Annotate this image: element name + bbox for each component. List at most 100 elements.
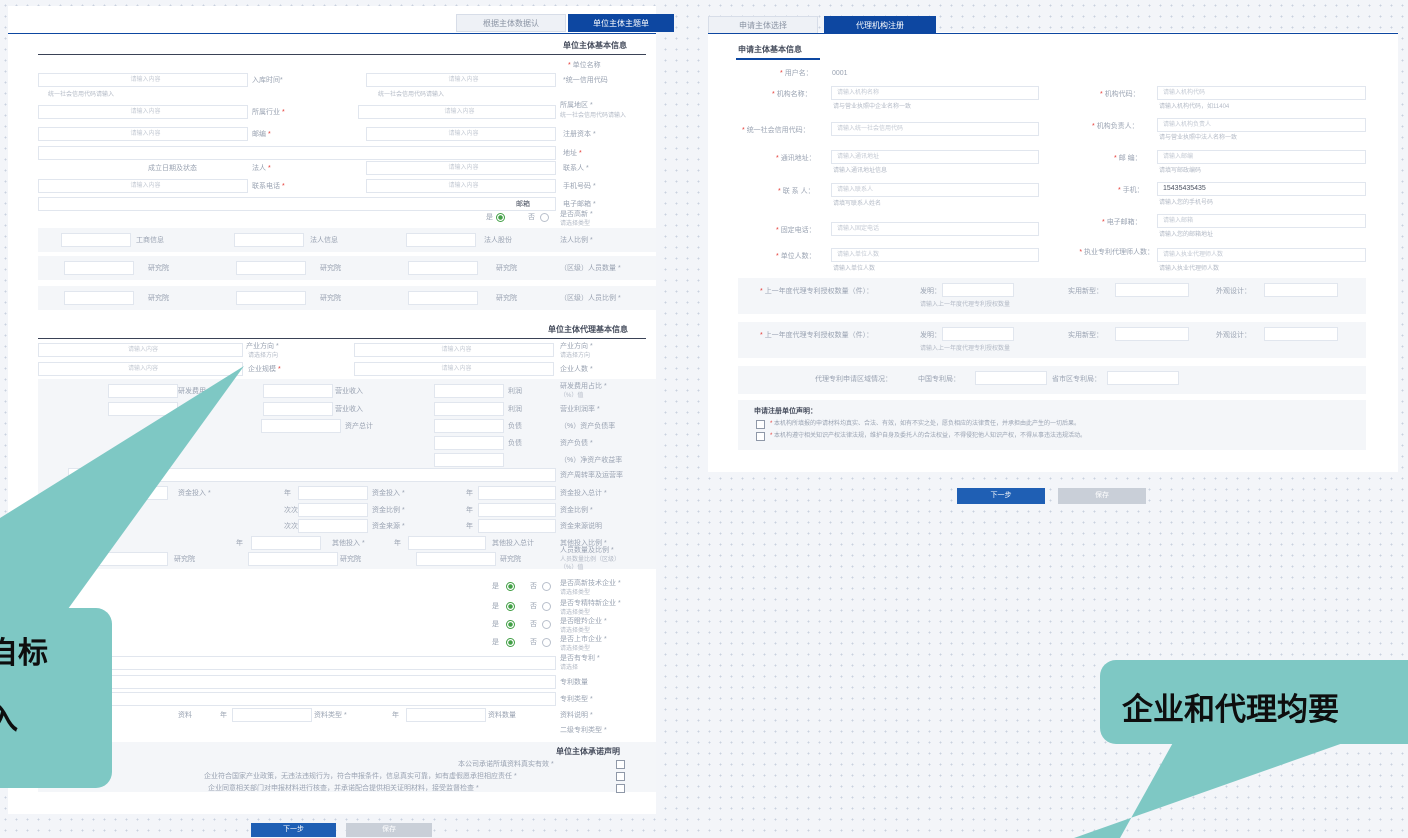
- left-input[interactable]: 请输入内容: [358, 105, 556, 119]
- contact-input[interactable]: 请输入联系人: [831, 183, 1039, 197]
- left-band-input[interactable]: [416, 552, 496, 566]
- left-input[interactable]: [38, 692, 556, 706]
- left-input[interactable]: 请输入内容: [38, 343, 243, 357]
- left-band-input[interactable]: [261, 419, 341, 433]
- left-hint: 请选择类型: [560, 221, 591, 227]
- left-input[interactable]: 请输入内容: [366, 161, 556, 175]
- postcode-input[interactable]: 请输入邮编: [1157, 150, 1366, 164]
- left-input[interactable]: [38, 197, 556, 211]
- left-band-input[interactable]: [64, 261, 134, 275]
- left-input[interactable]: 请输入内容: [354, 343, 554, 357]
- band2-utility-input[interactable]: [1115, 327, 1189, 341]
- left-input[interactable]: 请输入内容: [38, 105, 248, 119]
- left-input[interactable]: 请输入内容: [38, 127, 248, 141]
- left-input[interactable]: [38, 656, 556, 670]
- radio-yes-label: 是: [492, 621, 499, 628]
- left-input[interactable]: [38, 675, 556, 689]
- agency-head-input[interactable]: 请输入机构负责人: [1157, 118, 1366, 132]
- left-input[interactable]: 请输入内容: [354, 362, 554, 376]
- left-band-input[interactable]: [236, 261, 306, 275]
- agent-count-input[interactable]: 请输入执业代理师人数: [1157, 248, 1366, 262]
- band-utility-label: 实用新型：: [1068, 288, 1103, 295]
- tab-subject-select[interactable]: 申请主体选择: [708, 16, 818, 34]
- credit-code-input[interactable]: 请输入统一社会信用代码: [831, 122, 1039, 136]
- band1-invention-input[interactable]: [942, 283, 1014, 297]
- left-label: 联系人 *: [563, 165, 589, 172]
- right-save-button[interactable]: 保存: [1058, 488, 1146, 504]
- left-band-input[interactable]: [478, 486, 556, 500]
- band1-design-input[interactable]: [1264, 283, 1338, 297]
- left-save-button[interactable]: 保存: [346, 823, 432, 837]
- tab-data-check[interactable]: 根据主体数据认: [456, 14, 566, 32]
- radio-yes[interactable]: [506, 602, 515, 611]
- left-band-input[interactable]: [263, 384, 333, 398]
- agency-code-input[interactable]: 请输入机构代码: [1157, 86, 1366, 100]
- mobile-input[interactable]: 15435435435: [1157, 182, 1366, 196]
- left-band-input[interactable]: [406, 233, 476, 247]
- left-next-button[interactable]: 下一步: [251, 823, 336, 837]
- band1-utility-input[interactable]: [1115, 283, 1189, 297]
- band2-design-input[interactable]: [1264, 327, 1338, 341]
- address-input[interactable]: 请输入通讯地址: [831, 150, 1039, 164]
- staff-count-input[interactable]: 请输入单位人数: [831, 248, 1039, 262]
- left-band-input[interactable]: [478, 519, 556, 533]
- left-band-input[interactable]: [434, 402, 504, 416]
- radio-no[interactable]: [542, 638, 551, 647]
- left-input[interactable]: [232, 708, 312, 722]
- left-input[interactable]: 请输入内容: [366, 127, 556, 141]
- radio-yes[interactable]: [506, 638, 515, 647]
- left-declaration-checkbox[interactable]: [616, 784, 625, 793]
- band3-china-input[interactable]: [975, 371, 1047, 385]
- band3-province-input[interactable]: [1107, 371, 1179, 385]
- radio-no[interactable]: [542, 582, 551, 591]
- left-band-input[interactable]: [234, 233, 304, 247]
- left-input[interactable]: 请输入内容: [38, 73, 248, 87]
- left-band-input[interactable]: [61, 233, 131, 247]
- tab-unit-subject[interactable]: 单位主体主题单: [568, 14, 674, 32]
- left-band-input[interactable]: [478, 503, 556, 517]
- left-callout-pointer: [0, 366, 244, 620]
- radio-no[interactable]: [540, 213, 549, 222]
- left-declaration-checkbox[interactable]: [616, 772, 625, 781]
- left-band-input[interactable]: [236, 291, 306, 305]
- left-input[interactable]: 请输入内容: [366, 179, 556, 193]
- declaration-checkbox-2[interactable]: [756, 432, 765, 441]
- left-band-input[interactable]: [298, 503, 368, 517]
- left-band-input[interactable]: [408, 536, 486, 550]
- declaration-checkbox-1[interactable]: [756, 420, 765, 429]
- left-band-input[interactable]: [251, 536, 321, 550]
- radio-no-label: 否: [528, 214, 535, 221]
- left-label: 次次: [284, 507, 298, 514]
- agency-name-input[interactable]: 请输入机构名称: [831, 86, 1039, 100]
- phone-input[interactable]: 请输入固定电话: [831, 222, 1039, 236]
- left-band-input[interactable]: [434, 453, 504, 467]
- left-band-input[interactable]: [434, 436, 504, 450]
- radio-no[interactable]: [542, 602, 551, 611]
- radio-no[interactable]: [542, 620, 551, 629]
- radio-yes[interactable]: [496, 213, 505, 222]
- radio-yes[interactable]: [506, 582, 515, 591]
- left-band-input[interactable]: [298, 486, 368, 500]
- field-hint: 请输入单位人数: [833, 266, 876, 272]
- left-input[interactable]: 请输入内容: [38, 179, 248, 193]
- band2-invention-input[interactable]: [942, 327, 1014, 341]
- left-input[interactable]: [406, 708, 486, 722]
- left-input[interactable]: 请输入内容: [366, 73, 556, 87]
- left-band-input[interactable]: [434, 419, 504, 433]
- left-declaration-checkbox[interactable]: [616, 760, 625, 769]
- field-label: * 机构名称：: [772, 91, 812, 98]
- right-next-button[interactable]: 下一步: [957, 488, 1045, 504]
- left-band-input[interactable]: [408, 261, 478, 275]
- left-band-input[interactable]: [248, 552, 338, 566]
- left-label: 产业方向 *: [246, 343, 279, 350]
- tab-agency-register[interactable]: 代理机构注册: [824, 16, 936, 34]
- left-band-input[interactable]: [408, 291, 478, 305]
- left-band-input[interactable]: [298, 519, 368, 533]
- radio-yes[interactable]: [506, 620, 515, 629]
- email-input[interactable]: 请输入邮箱: [1157, 214, 1366, 228]
- left-band-input[interactable]: [64, 291, 134, 305]
- left-band-input[interactable]: [434, 384, 504, 398]
- left-input[interactable]: [38, 146, 556, 160]
- band-design-label: 外观设计：: [1216, 332, 1251, 339]
- left-band-input[interactable]: [263, 402, 333, 416]
